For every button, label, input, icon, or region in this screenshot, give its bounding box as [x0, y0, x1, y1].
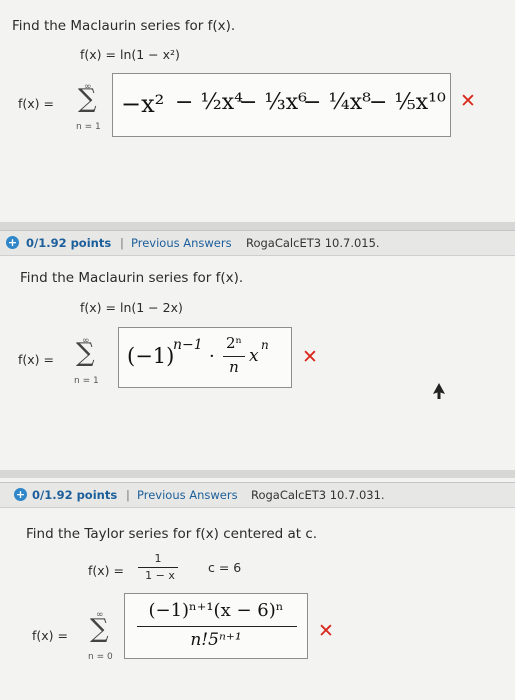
fraction-bar [223, 356, 245, 357]
expand-plus-icon[interactable]: + [14, 488, 27, 501]
fraction-bar [137, 626, 297, 627]
answer-fraction-den: n [229, 358, 239, 376]
question-header: + 0/1.92 points | Previous Answers RogaC… [0, 230, 515, 256]
given-function-num: 1 [154, 552, 162, 565]
answer-term-3: − ⅓x⁶ [239, 90, 307, 115]
answer-term-2: − ½x⁴ [175, 90, 243, 115]
answer-fraction-num: (−1)ⁿ⁺¹(x − 6)ⁿ [148, 600, 284, 621]
sum-lower-limit: n = 1 [76, 122, 101, 132]
header-separator: | [126, 488, 130, 502]
answer-fraction-num: 2ⁿ [225, 334, 243, 352]
series-lhs: f(x) = [18, 352, 54, 367]
header-separator: | [120, 236, 124, 250]
answer-input-box[interactable]: (−1) n−1 · 2ⁿ n x n [118, 327, 292, 388]
summation-symbol: ∑ [78, 84, 97, 114]
problem-source: RogaCalcET3 10.7.015. [246, 236, 380, 250]
center-value: c = 6 [208, 560, 242, 575]
problem-source: RogaCalcET3 10.7.031. [251, 488, 385, 502]
previous-answers-link[interactable]: Previous Answers [137, 488, 238, 502]
x-mark-icon: ✕ [460, 90, 476, 112]
summation-symbol: ∑ [76, 338, 95, 368]
sum-lower-limit: n = 0 [88, 652, 113, 662]
series-lhs: f(x) = [18, 96, 54, 111]
answer-term-4: − ¼x⁸ [303, 90, 371, 115]
answer-term-5: − ⅕x¹⁰ [369, 90, 446, 115]
answer-sign-exponent: n−1 [173, 337, 203, 353]
given-function-den: 1 − x [145, 569, 175, 582]
expand-plus-icon[interactable]: + [6, 236, 19, 249]
given-function-lhs: f(x) = [88, 563, 124, 578]
answer-term-1: −x² [121, 90, 165, 118]
points-score: 0/1.92 points [26, 236, 112, 250]
series-lhs: f(x) = [32, 628, 68, 643]
answer-dot: · [209, 346, 215, 367]
question-panel-2: + 0/1.92 points | Previous Answers RogaC… [0, 230, 515, 470]
fraction-bar [138, 567, 178, 568]
answer-input-box[interactable]: −x² − ½x⁴ − ⅓x⁶ − ¼x⁸ − ⅕x¹⁰ [112, 73, 451, 137]
sum-lower-limit: n = 1 [74, 376, 99, 386]
answer-fraction-den: n!5ⁿ⁺¹ [190, 630, 242, 650]
points-score: 0/1.92 points [32, 488, 118, 502]
answer-variable: x [249, 346, 259, 366]
question-panel-3: + 0/1.92 points | Previous Answers RogaC… [0, 478, 515, 700]
question-header: + 0/1.92 points | Previous Answers RogaC… [0, 482, 515, 508]
previous-answers-link[interactable]: Previous Answers [131, 236, 232, 250]
x-mark-icon: ✕ [318, 620, 334, 642]
given-function: f(x) = ln(1 − x²) [80, 47, 180, 62]
question-prompt: Find the Maclaurin series for f(x). [12, 18, 236, 34]
answer-variable-exponent: n [261, 338, 269, 352]
given-function: f(x) = ln(1 − 2x) [80, 300, 183, 315]
answer-input-box[interactable]: (−1)ⁿ⁺¹(x − 6)ⁿ n!5ⁿ⁺¹ [124, 593, 308, 659]
summation-symbol: ∑ [90, 614, 109, 644]
answer-sign: (−1) [127, 344, 175, 368]
mouse-cursor-icon [433, 383, 445, 399]
question-prompt: Find the Taylor series for f(x) centered… [26, 526, 318, 542]
question-prompt: Find the Maclaurin series for f(x). [20, 270, 244, 286]
x-mark-icon: ✕ [302, 346, 318, 368]
question-panel-1: Find the Maclaurin series for f(x). f(x)… [0, 0, 515, 222]
